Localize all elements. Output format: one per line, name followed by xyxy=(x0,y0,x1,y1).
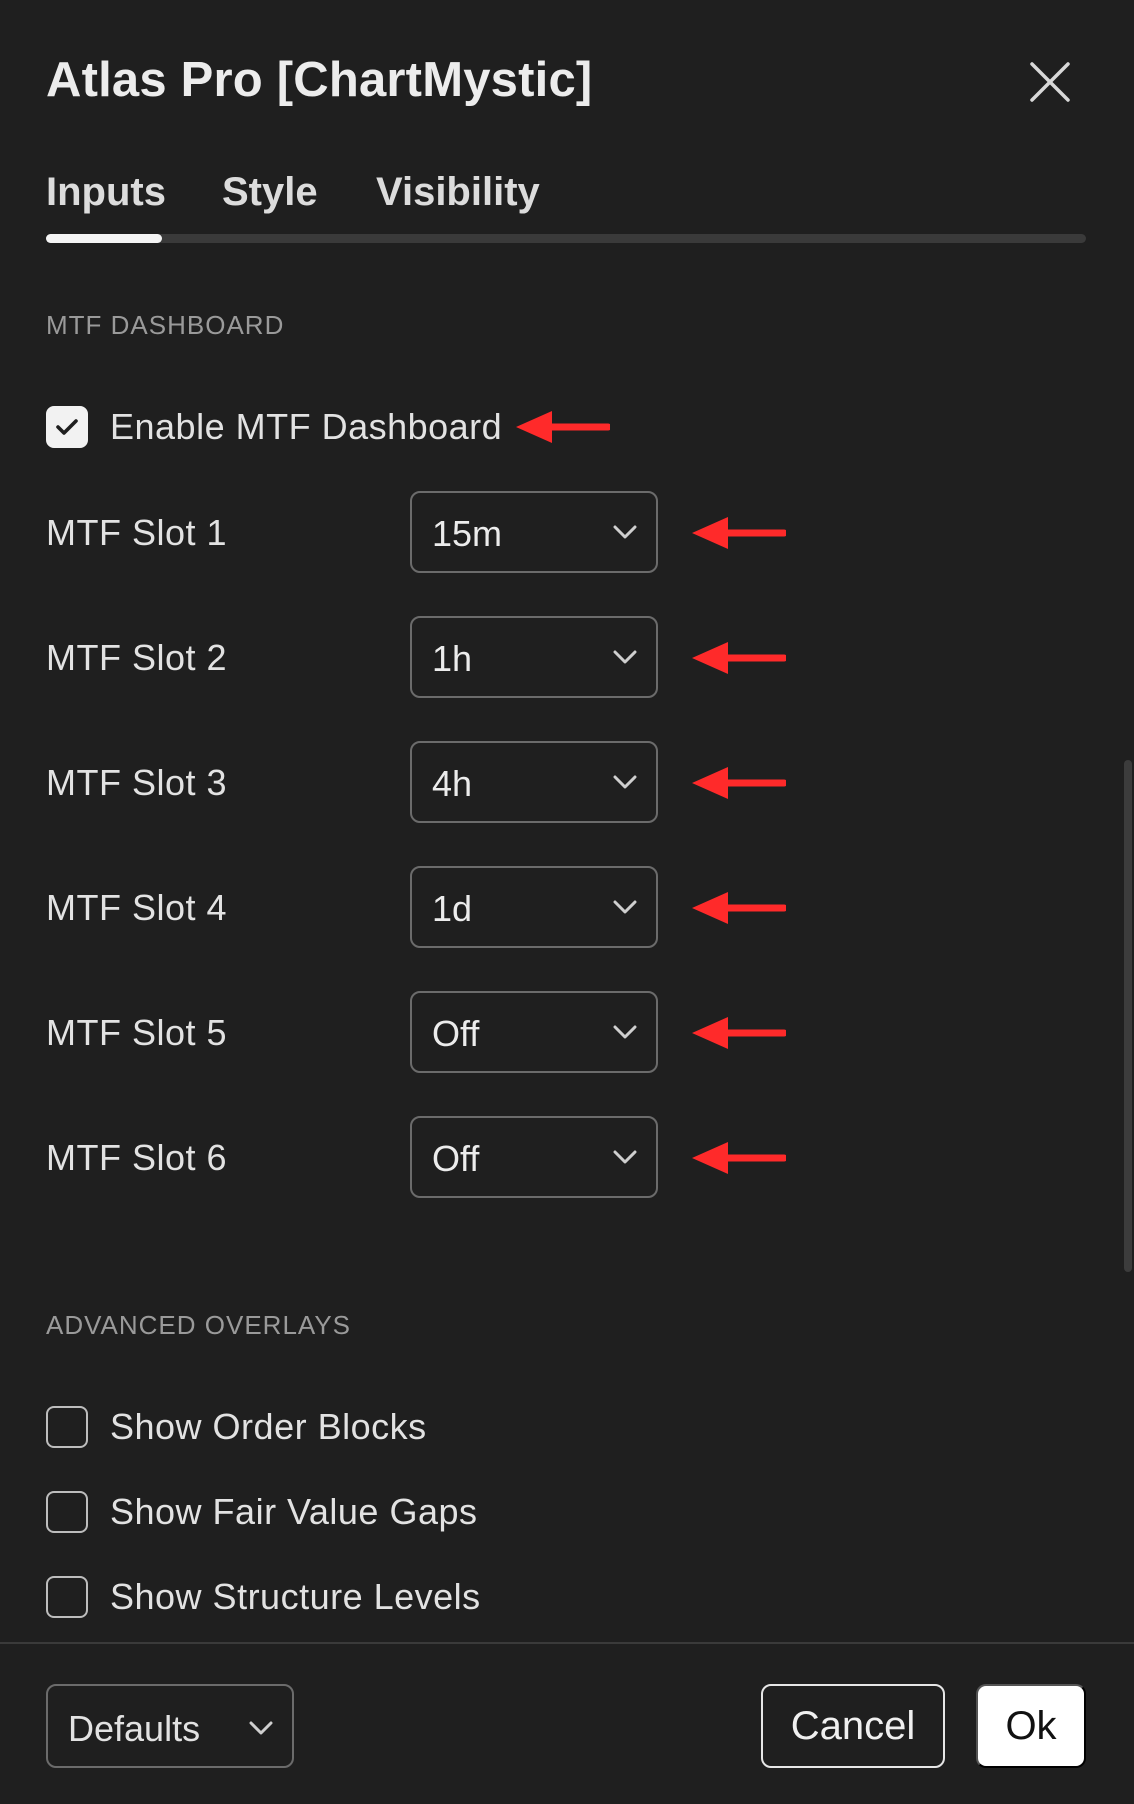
mtf-slot-4-select[interactable]: 1d xyxy=(410,866,658,948)
tab-style[interactable]: Style xyxy=(222,170,318,215)
mtf-slot-3-select[interactable]: 4h xyxy=(410,741,658,823)
enable-mtf-dashboard-row[interactable]: Enable MTF Dashboard xyxy=(46,405,502,449)
enable-mtf-dashboard-label: Enable MTF Dashboard xyxy=(110,406,503,447)
annotation-arrow-icon xyxy=(516,411,610,443)
section-title-mtf-dashboard: MTF DASHBOARD xyxy=(46,310,285,340)
chevron-down-icon xyxy=(613,900,637,914)
mtf-slot-2-label: MTF Slot 2 xyxy=(46,637,228,678)
tab-bar: Inputs Style Visibility xyxy=(46,170,1086,246)
mtf-slot-4-value: 1d xyxy=(432,888,473,929)
enable-mtf-dashboard-checkbox[interactable] xyxy=(46,406,88,448)
annotation-arrow-icon xyxy=(692,1017,786,1049)
close-icon[interactable] xyxy=(1024,56,1076,108)
chevron-down-icon xyxy=(613,1025,637,1039)
mtf-slot-2-value: 1h xyxy=(432,638,473,679)
mtf-slot-4-label: MTF Slot 4 xyxy=(46,887,228,928)
footer-divider xyxy=(0,1642,1134,1644)
mtf-slot-1-label: MTF Slot 1 xyxy=(46,512,228,553)
annotation-arrow-icon xyxy=(692,767,786,799)
chevron-down-icon xyxy=(249,1721,273,1735)
section-title-advanced-overlays: ADVANCED OVERLAYS xyxy=(46,1310,352,1340)
mtf-slot-3-value: 4h xyxy=(432,763,473,804)
mtf-slot-2-select[interactable]: 1h xyxy=(410,616,658,698)
mtf-slot-6-value: Off xyxy=(432,1138,480,1179)
cancel-button[interactable]: Cancel xyxy=(761,1684,945,1768)
mtf-slot-5-value: Off xyxy=(432,1013,480,1054)
dialog-title: Atlas Pro [ChartMystic] xyxy=(46,53,593,107)
scrollbar[interactable] xyxy=(1124,760,1132,1272)
checkmark-icon xyxy=(56,419,78,435)
defaults-dropdown[interactable]: Defaults xyxy=(46,1684,294,1768)
show-structure-levels-checkbox[interactable] xyxy=(46,1576,88,1618)
mtf-slot-3-label: MTF Slot 3 xyxy=(46,762,228,803)
mtf-slot-6-select[interactable]: Off xyxy=(410,1116,658,1198)
defaults-label: Defaults xyxy=(68,1708,201,1749)
ok-button[interactable]: Ok xyxy=(976,1684,1086,1768)
tab-inputs[interactable]: Inputs xyxy=(46,170,166,215)
show-order-blocks-checkbox[interactable] xyxy=(46,1406,88,1448)
show-fair-value-gaps-row[interactable]: Show Fair Value Gaps xyxy=(46,1490,478,1534)
chevron-down-icon xyxy=(613,525,637,539)
annotation-arrow-icon xyxy=(692,1142,786,1174)
annotation-arrow-icon xyxy=(692,642,786,674)
chevron-down-icon xyxy=(613,1150,637,1164)
indicator-settings-dialog: Atlas Pro [ChartMystic] Inputs Style Vis… xyxy=(0,0,1134,1804)
show-structure-levels-row[interactable]: Show Structure Levels xyxy=(46,1575,481,1619)
mtf-slot-1-value: 15m xyxy=(432,513,503,554)
show-fair-value-gaps-checkbox[interactable] xyxy=(46,1491,88,1533)
mtf-slot-6-label: MTF Slot 6 xyxy=(46,1137,228,1178)
show-structure-levels-label: Show Structure Levels xyxy=(110,1576,481,1617)
show-order-blocks-label: Show Order Blocks xyxy=(110,1406,427,1447)
show-order-blocks-row[interactable]: Show Order Blocks xyxy=(46,1405,427,1449)
show-fair-value-gaps-label: Show Fair Value Gaps xyxy=(110,1491,478,1532)
tab-track xyxy=(46,234,1086,243)
mtf-slot-5-select[interactable]: Off xyxy=(410,991,658,1073)
chevron-down-icon xyxy=(613,650,637,664)
chevron-down-icon xyxy=(613,775,637,789)
tab-visibility[interactable]: Visibility xyxy=(376,170,540,215)
mtf-slot-5-label: MTF Slot 5 xyxy=(46,1012,228,1053)
annotation-arrow-icon xyxy=(692,892,786,924)
mtf-slot-1-select[interactable]: 15m xyxy=(410,491,658,573)
tab-active-indicator xyxy=(46,234,162,243)
annotation-arrow-icon xyxy=(692,517,786,549)
